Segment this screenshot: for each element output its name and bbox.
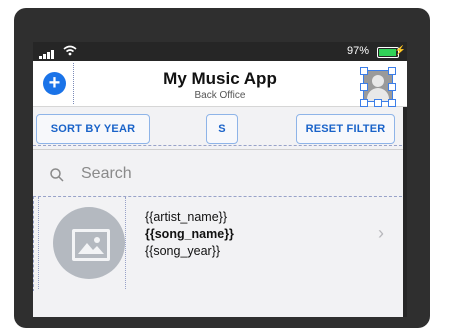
list-item[interactable]: {{artist_name}} {{song_name}} {{song_yea… [33, 196, 407, 292]
search-bar[interactable]: Search [33, 160, 407, 190]
page-title: My Music App [163, 69, 277, 88]
filter-s-button[interactable]: S [206, 114, 238, 144]
selection-handle[interactable] [388, 67, 396, 75]
selection-handle[interactable] [360, 99, 368, 107]
search-icon [50, 168, 64, 182]
sort-by-year-button[interactable]: SORT BY YEAR [36, 114, 150, 144]
person-icon-head [372, 75, 384, 87]
screen-edge [403, 107, 407, 317]
charging-icon: ⚡ [394, 45, 406, 55]
reset-filter-button[interactable]: RESET FILTER [296, 114, 395, 144]
page-subtitle: Back Office [194, 90, 246, 101]
artist-name: {{artist_name}} [145, 210, 228, 224]
app-screen: 97% ⚡ + My Music App Back Office SORT BY… [33, 42, 407, 317]
selection-handle[interactable] [374, 99, 382, 107]
list-empty-area [33, 291, 407, 317]
selection-handle[interactable] [360, 67, 368, 75]
chevron-right-icon: › [378, 223, 384, 243]
song-year: {{song_year}} [145, 244, 221, 258]
divider [33, 145, 407, 146]
song-name: {{song_name}} [145, 227, 234, 241]
wifi-icon [63, 45, 77, 59]
battery-percentage: 97% [346, 45, 369, 57]
signal-icon [39, 47, 55, 59]
filter-bar: SORT BY YEAR S RESET FILTER [33, 107, 407, 150]
album-thumbnail [53, 207, 125, 279]
nav-bar: + My Music App Back Office [33, 61, 407, 107]
search-input[interactable]: Search [81, 165, 132, 183]
image-placeholder-icon [72, 229, 110, 261]
selection-handle[interactable] [388, 83, 396, 91]
status-bar: 97% ⚡ [33, 42, 407, 61]
selection-handle[interactable] [388, 99, 396, 107]
selection-handle[interactable] [360, 83, 368, 91]
song-meta: {{artist_name}} {{song_name}} {{song_yea… [145, 209, 234, 260]
